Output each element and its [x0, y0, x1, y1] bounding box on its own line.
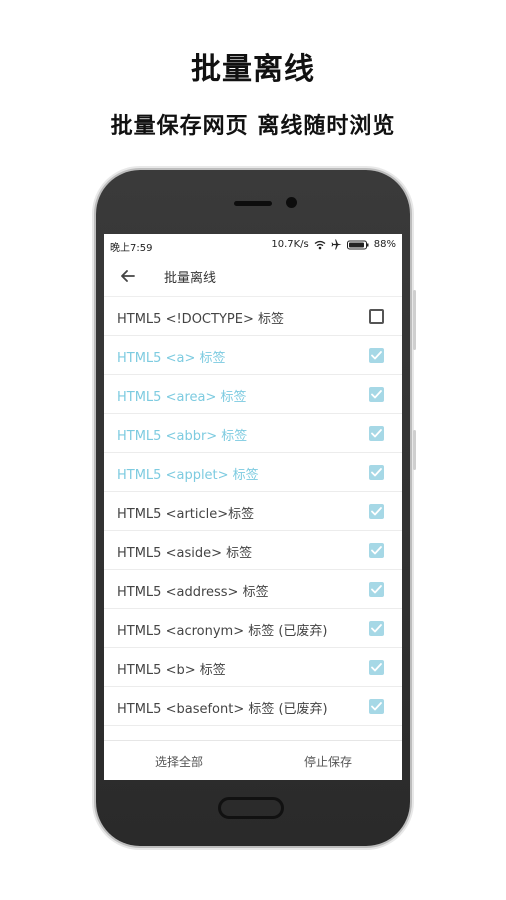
promo-page: 批量离线 批量保存网页 离线随时浏览 晚上7:59 10.7K/s 88% 批量…: [0, 0, 506, 900]
earpiece-speaker: [234, 201, 272, 206]
list-item-label: HTML5 <basefont> 标签 (已废弃): [117, 702, 328, 717]
phone-side-button: [413, 430, 416, 470]
list-item[interactable]: HTML5 <aside> 标签: [104, 531, 402, 570]
list-item-label: HTML5 <aside> 标签: [117, 546, 253, 561]
bottom-action-bar: 选择全部 停止保存: [104, 740, 402, 780]
arrow-left-icon[interactable]: [118, 266, 138, 286]
checkbox-unchecked[interactable]: [369, 309, 384, 324]
wifi-icon: [314, 240, 326, 250]
page-title: 批量离线: [164, 271, 217, 286]
list-item-label: HTML5 <article>标签: [117, 507, 255, 522]
list-item[interactable]: HTML5 <abbr> 标签: [104, 414, 402, 453]
phone-side-button: [413, 290, 416, 350]
checkbox-checked[interactable]: [369, 348, 384, 363]
network-speed: 10.7K/s: [271, 239, 309, 250]
front-camera: [286, 197, 297, 208]
list-item-label: HTML5 <!DOCTYPE> 标签: [117, 312, 284, 327]
list-item[interactable]: HTML5 <a> 标签: [104, 336, 402, 375]
airplane-icon: [331, 239, 342, 250]
list-item[interactable]: HTML5 <acronym> 标签 (已废弃): [104, 609, 402, 648]
list-item[interactable]: HTML5 <article>标签: [104, 492, 402, 531]
stop-save-button[interactable]: 停止保存: [304, 753, 352, 770]
list-item[interactable]: HTML5 <basefont> 标签 (已废弃): [104, 687, 402, 726]
status-right: 10.7K/s 88%: [271, 239, 396, 250]
checkbox-checked[interactable]: [369, 426, 384, 441]
list-item[interactable]: HTML5 <address> 标签: [104, 570, 402, 609]
list-item-label: HTML5 <area> 标签: [117, 390, 247, 405]
checkbox-checked[interactable]: [369, 465, 384, 480]
promo-subtitle: 批量保存网页 离线随时浏览: [110, 114, 396, 139]
checkbox-checked[interactable]: [369, 543, 384, 558]
list-item-label: HTML5 <acronym> 标签 (已废弃): [117, 624, 328, 639]
select-all-button[interactable]: 选择全部: [155, 753, 203, 770]
list-item-label: HTML5 <address> 标签: [117, 585, 269, 600]
list-item[interactable]: HTML5 <!DOCTYPE> 标签: [104, 297, 402, 336]
promo-title: 批量离线: [191, 52, 315, 87]
battery-icon: [346, 240, 369, 250]
list-item[interactable]: HTML5 <area> 标签: [104, 375, 402, 414]
list-item-label: HTML5 <applet> 标签: [117, 468, 259, 483]
app-bar: 批量离线: [104, 256, 402, 297]
phone-frame: 晚上7:59 10.7K/s 88% 批量离线 HTML5 <!DOCTYPE>…: [96, 170, 416, 846]
checkbox-checked[interactable]: [369, 660, 384, 675]
battery-percent: 88%: [373, 239, 396, 250]
checkbox-checked[interactable]: [369, 504, 384, 519]
list-item[interactable]: HTML5 <applet> 标签: [104, 453, 402, 492]
checkbox-checked[interactable]: [369, 621, 384, 636]
list-item-label: HTML5 <a> 标签: [117, 351, 226, 366]
checkbox-checked[interactable]: [369, 387, 384, 402]
list-item[interactable]: HTML5 <b> 标签: [104, 648, 402, 687]
status-time: 晚上7:59: [110, 243, 153, 254]
tag-list: HTML5 <!DOCTYPE> 标签 HTML5 <a> 标签 HTML5 <ar…: [104, 297, 402, 726]
list-item-label: HTML5 <b> 标签: [117, 663, 226, 678]
list-item-label: HTML5 <abbr> 标签: [117, 429, 248, 444]
status-bar: 晚上7:59 10.7K/s 88%: [104, 234, 402, 256]
phone-screen: 晚上7:59 10.7K/s 88% 批量离线 HTML5 <!DOCTYPE>…: [104, 234, 402, 780]
checkbox-checked[interactable]: [369, 699, 384, 714]
home-button[interactable]: [218, 797, 284, 819]
checkbox-checked[interactable]: [369, 582, 384, 597]
